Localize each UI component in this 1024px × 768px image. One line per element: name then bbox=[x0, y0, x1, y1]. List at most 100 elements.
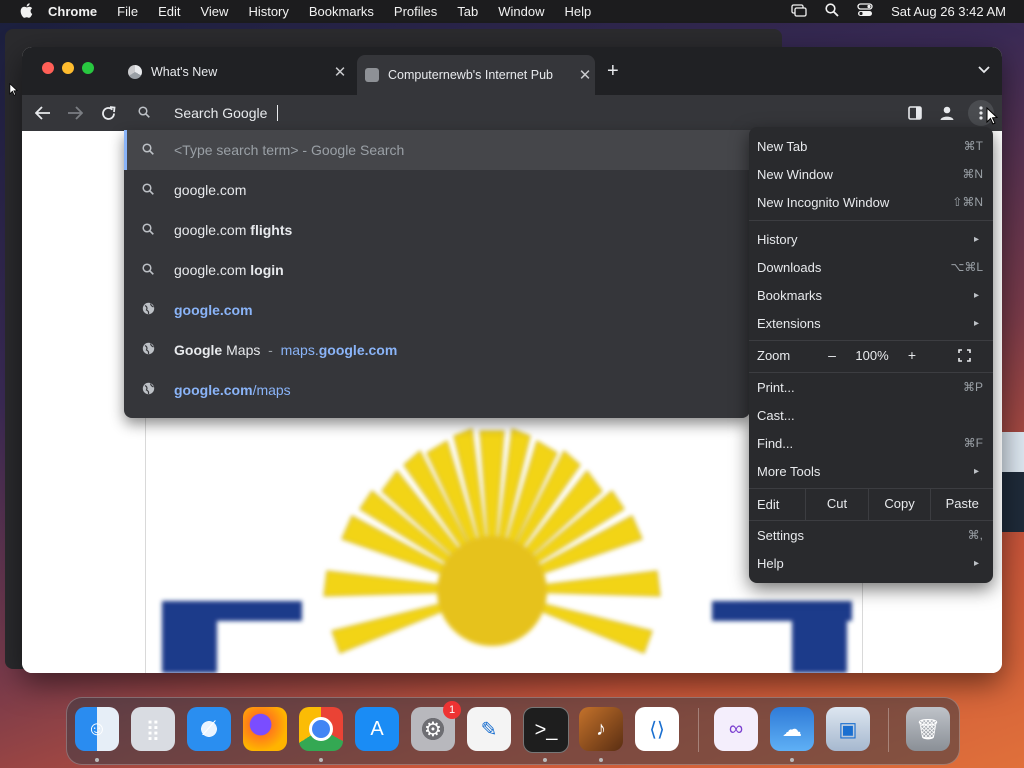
menu-zoom-row: Zoom –100% + bbox=[749, 339, 993, 371]
dock-preview-icon[interactable]: ▣ bbox=[826, 707, 870, 751]
menu-app-name[interactable]: Chrome bbox=[48, 4, 97, 19]
background-window-edge[interactable] bbox=[1000, 432, 1024, 472]
suggestion-text-part: maps. bbox=[280, 342, 319, 358]
close-tab-icon[interactable]: ✕ bbox=[575, 66, 595, 84]
reload-icon[interactable] bbox=[95, 100, 121, 126]
suggestion-row[interactable]: <Type search term> - Google Search bbox=[124, 130, 753, 170]
zoom-out-button[interactable]: – bbox=[819, 347, 845, 363]
dock-icon-glyph bbox=[309, 717, 333, 741]
dock-vscode-icon[interactable]: ⟨⟩ bbox=[635, 707, 679, 751]
suggestion-row[interactable]: google.com login bbox=[124, 250, 750, 290]
suggestion-text-part: login bbox=[250, 262, 284, 278]
suggestion-row[interactable]: google.com bbox=[124, 170, 750, 210]
menu-profiles[interactable]: Profiles bbox=[394, 4, 437, 19]
menu-item-bookmarks[interactable]: Bookmarks ▸ bbox=[749, 281, 993, 309]
screen-mirroring-icon[interactable] bbox=[791, 3, 807, 20]
menu-edit[interactable]: Edit bbox=[158, 4, 180, 19]
close-tab-icon[interactable]: ✕ bbox=[330, 63, 350, 81]
menu-item-more-tools[interactable]: More Tools ▸ bbox=[749, 457, 993, 485]
menu-view[interactable]: View bbox=[200, 4, 228, 19]
suggestion-row[interactable]: google.com bbox=[124, 290, 750, 330]
dock-launchpad-icon[interactable]: ⣿ bbox=[131, 707, 175, 751]
minimize-window-button[interactable] bbox=[62, 62, 74, 74]
menu-help[interactable]: Help bbox=[565, 4, 592, 19]
dock-icon-glyph: ☺ bbox=[86, 717, 108, 740]
background-window-edge-dark[interactable] bbox=[1000, 472, 1024, 532]
menu-item-new-incognito-window[interactable]: New Incognito Window ⇧⌘N bbox=[749, 188, 993, 216]
search-icon bbox=[140, 222, 156, 238]
menu-item-help[interactable]: Help ▸ bbox=[749, 549, 993, 577]
zoom-window-button[interactable] bbox=[82, 62, 94, 74]
menu-item-new-window[interactable]: New Window ⌘N bbox=[749, 160, 993, 188]
menubar-clock[interactable]: Sat Aug 26 3:42 AM bbox=[891, 4, 1006, 19]
tab-whats-new[interactable]: What's New ✕ bbox=[120, 57, 350, 87]
dock-trash-icon[interactable]: 🗑 bbox=[906, 707, 950, 751]
menu-bookmarks[interactable]: Bookmarks bbox=[309, 4, 374, 19]
menu-item-find[interactable]: Find... ⌘F bbox=[749, 429, 993, 457]
menu-item-label: New Incognito Window bbox=[757, 194, 890, 210]
dock-icon-glyph: A bbox=[370, 717, 384, 740]
profile-avatar-icon[interactable] bbox=[934, 100, 960, 126]
zoom-in-button[interactable]: + bbox=[899, 347, 925, 363]
dock-icon-glyph: ⣿ bbox=[145, 718, 161, 741]
menu-item-print[interactable]: Print... ⌘P bbox=[749, 373, 993, 401]
spotlight-icon[interactable] bbox=[825, 3, 839, 20]
dock-system-settings-icon[interactable]: ⚙ 1 bbox=[411, 701, 461, 751]
menu-item-history[interactable]: History ▸ bbox=[749, 225, 993, 253]
omnibox-input-text[interactable]: Search Google bbox=[174, 105, 267, 121]
suggestion-text-part: google.com bbox=[174, 222, 251, 238]
menu-item-new-tab[interactable]: New Tab ⌘T bbox=[749, 132, 993, 160]
menu-item-label: History bbox=[757, 231, 798, 247]
paste-button[interactable]: Paste bbox=[930, 488, 993, 520]
menu-item-shortcut: ⌘P bbox=[962, 380, 983, 394]
suggestion-row[interactable]: google.com flights bbox=[124, 210, 750, 250]
menu-item-cast[interactable]: Cast... bbox=[749, 401, 993, 429]
cut-button[interactable]: Cut bbox=[805, 488, 868, 520]
back-arrow-icon[interactable] bbox=[30, 100, 56, 126]
side-panel-icon[interactable] bbox=[902, 100, 928, 126]
suggestion-row[interactable]: google.com/maps bbox=[124, 370, 750, 410]
dock-app-store-icon[interactable]: A bbox=[355, 707, 399, 751]
menu-item-label: Extensions bbox=[757, 315, 821, 331]
menu-item-label: Settings bbox=[757, 527, 804, 543]
dock-chrome-icon[interactable] bbox=[299, 707, 343, 751]
menu-item-label: Bookmarks bbox=[757, 287, 823, 303]
dock-visual-studio-icon[interactable]: ∞ bbox=[714, 707, 758, 751]
apple-icon[interactable] bbox=[18, 2, 34, 21]
control-center-icon[interactable] bbox=[857, 3, 873, 20]
new-tab-plus-icon[interactable]: + bbox=[607, 60, 619, 83]
menu-file[interactable]: File bbox=[117, 4, 138, 19]
dock-safari-icon[interactable]: ⟋ bbox=[187, 707, 231, 751]
tab-search-chevron-icon[interactable] bbox=[978, 63, 990, 77]
menu-item-settings[interactable]: Settings ⌘, bbox=[749, 521, 993, 549]
menu-item-extensions[interactable]: Extensions ▸ bbox=[749, 309, 993, 337]
dock-weather-icon[interactable]: ☁ bbox=[770, 707, 814, 751]
forward-arrow-icon[interactable] bbox=[62, 100, 88, 126]
dock-icon-glyph: ☁ bbox=[782, 718, 802, 741]
fullscreen-icon[interactable] bbox=[958, 348, 971, 362]
suggestion-text: google.com login bbox=[174, 262, 284, 278]
dock-finder-icon[interactable]: ☺ bbox=[75, 707, 119, 751]
menu-window[interactable]: Window bbox=[498, 4, 544, 19]
zoom-label: Zoom bbox=[757, 347, 791, 363]
menu-history[interactable]: History bbox=[248, 4, 288, 19]
omnibox[interactable]: Search Google bbox=[126, 95, 752, 131]
copy-button[interactable]: Copy bbox=[867, 488, 931, 520]
menu-item-downloads[interactable]: Downloads ⌥⌘L bbox=[749, 253, 993, 281]
dock-icon-glyph: ⚙ bbox=[424, 718, 442, 741]
search-icon bbox=[140, 262, 156, 278]
menu-item-label: Find... bbox=[757, 435, 794, 451]
tab-computernewb-active[interactable]: Computernewb's Internet Pub ✕ bbox=[357, 55, 595, 95]
dock-terminal-icon[interactable]: >_ bbox=[523, 707, 569, 753]
close-window-button[interactable] bbox=[42, 62, 54, 74]
dock-garageband-icon[interactable]: ♪ bbox=[579, 707, 623, 751]
menu-tab[interactable]: Tab bbox=[457, 4, 478, 19]
suggestion-row[interactable]: Google Maps - maps.google.com bbox=[124, 330, 750, 370]
dock-running-indicator bbox=[319, 758, 323, 762]
dock-textedit-icon[interactable]: ✎ bbox=[467, 707, 511, 751]
menu-item-shortcut: ⌘, bbox=[967, 528, 983, 542]
search-icon bbox=[138, 105, 154, 121]
tab-title: What's New bbox=[151, 65, 218, 79]
dock-firefox-icon[interactable] bbox=[243, 707, 287, 751]
dock-icon-glyph: ♪ bbox=[596, 717, 606, 740]
